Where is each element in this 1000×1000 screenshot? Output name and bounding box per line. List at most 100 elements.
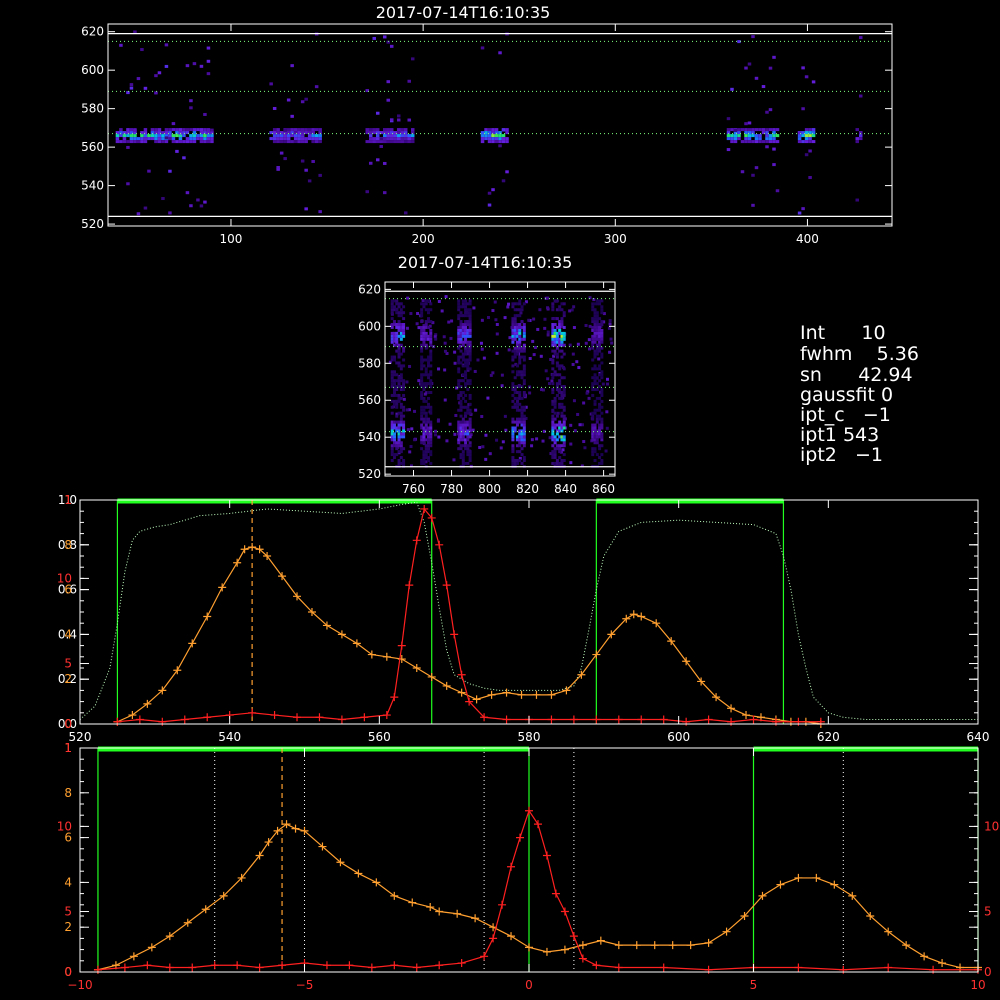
heatmap-pixel	[464, 376, 468, 380]
heatmap-pixel	[272, 134, 277, 138]
heatmap-pixel	[560, 320, 564, 324]
heatmap-pixel	[855, 137, 859, 141]
heatmap-pixel	[427, 317, 431, 321]
heatmap-pixel	[403, 137, 408, 141]
heatmap-pixel	[402, 405, 406, 409]
heatmap-pixel	[569, 423, 573, 427]
heatmap-pixel	[522, 423, 526, 427]
info-ipt2-label: ipt2	[800, 444, 837, 466]
heatmap-pixel	[513, 337, 517, 341]
heatmap-pixel	[279, 151, 284, 155]
heatmap-pixel	[140, 140, 144, 144]
top-heatmap-ytick-label: 600	[81, 63, 104, 77]
heatmap-pixel	[593, 423, 597, 427]
heatmap-pixel	[555, 432, 559, 436]
heatmap-pixel	[754, 137, 759, 141]
heatmap-pixel	[393, 134, 397, 138]
heatmap-pixel	[449, 336, 453, 340]
heatmap-pixel	[392, 382, 396, 386]
heatmap-pixel	[443, 398, 447, 402]
heatmap-pixel	[569, 461, 573, 465]
heatmap-pixel	[522, 391, 526, 395]
heatmap-pixel	[511, 447, 515, 451]
heatmap-pixel	[400, 140, 404, 144]
heatmap-pixel	[405, 380, 409, 384]
heatmap-pixel	[422, 396, 426, 400]
heatmap-pixel	[811, 134, 816, 138]
heatmap-pixel	[595, 382, 599, 386]
profile-xtick-label: 560	[368, 730, 391, 744]
heatmap-pixel	[424, 370, 428, 374]
heatmap-pixel	[402, 385, 406, 389]
heatmap-pixel	[553, 402, 557, 406]
heatmap-pixel	[560, 461, 564, 465]
heatmap-pixel	[772, 128, 776, 132]
heatmap-pixel	[562, 435, 566, 439]
heatmap-pixel	[733, 128, 738, 132]
heatmap-pixel	[553, 441, 557, 445]
heatmap-pixel	[588, 324, 592, 328]
heatmap-pixel	[522, 459, 526, 463]
top-heatmap-xtick-label: 100	[220, 232, 243, 246]
heatmap-pixel	[553, 399, 557, 403]
heatmap-pixel	[396, 131, 401, 135]
heatmap-pixel	[515, 405, 519, 409]
heatmap-pixel	[171, 134, 176, 138]
heatmap-pixel	[600, 459, 604, 463]
heatmap-pixel	[546, 377, 550, 381]
heatmap-pixel	[459, 399, 463, 403]
heatmap-pixel	[522, 426, 526, 430]
heatmap-pixel	[508, 336, 512, 340]
heatmap-pixel	[393, 140, 397, 144]
heatmap-pixel	[403, 128, 408, 132]
heatmap-pixel	[494, 134, 499, 138]
heatmap-pixel	[390, 317, 394, 321]
heatmap-pixel	[279, 140, 284, 144]
heatmap-pixel	[569, 442, 573, 446]
heatmap-pixel	[555, 355, 559, 359]
heatmap-pixel	[487, 140, 492, 144]
heatmap-pixel	[522, 417, 526, 421]
heatmap-pixel	[420, 423, 424, 427]
heatmap-pixel	[115, 137, 120, 141]
heatmap-pixel	[199, 140, 204, 144]
heatmap-pixel	[389, 118, 394, 122]
heatmap-pixel	[461, 453, 465, 457]
heatmap-pixel	[168, 136, 172, 140]
heatmap-pixel	[522, 364, 526, 368]
heatmap-pixel	[429, 379, 433, 383]
heatmap-pixel	[598, 325, 602, 329]
heatmap-pixel	[858, 137, 863, 141]
heatmap-pixel	[464, 426, 468, 430]
heatmap-pixel	[600, 370, 604, 374]
heatmap-pixel	[515, 423, 519, 427]
heatmap-pixel	[562, 376, 566, 380]
heatmap-pixel	[515, 461, 519, 465]
heatmap-pixel	[429, 382, 433, 386]
heatmap-pixel	[804, 137, 809, 141]
heatmap-pixel	[551, 420, 555, 424]
info-ipt2: ipt2 −1	[800, 444, 883, 466]
heatmap-pixel	[468, 453, 472, 457]
heatmap-pixel	[480, 134, 485, 138]
heatmap-pixel	[402, 305, 406, 309]
heatmap-pixel	[395, 308, 399, 312]
heatmap-pixel	[600, 423, 604, 427]
heatmap-pixel	[560, 308, 564, 312]
heatmap-pixel	[562, 453, 566, 457]
heatmap-pixel	[399, 314, 403, 318]
heatmap-pixel	[772, 147, 776, 151]
heatmap-pixel	[553, 417, 557, 421]
heatmap-pixel	[390, 376, 394, 380]
heatmap-pixel	[601, 382, 605, 386]
heatmap-pixel	[300, 159, 305, 163]
heatmap-pixel	[429, 441, 433, 445]
wavelength-profile-panel: 520 540 560 580 600 620 6400.00.20.40.60.81.00…	[57, 493, 990, 744]
heatmap-pixel	[754, 128, 759, 132]
heatmap-pixel	[140, 134, 144, 138]
heatmap-pixel	[751, 128, 755, 132]
heatmap-pixel	[424, 302, 428, 306]
heatmap-pixel	[573, 429, 577, 433]
heatmap-pixel	[311, 140, 315, 144]
heatmap-pixel	[297, 140, 301, 144]
